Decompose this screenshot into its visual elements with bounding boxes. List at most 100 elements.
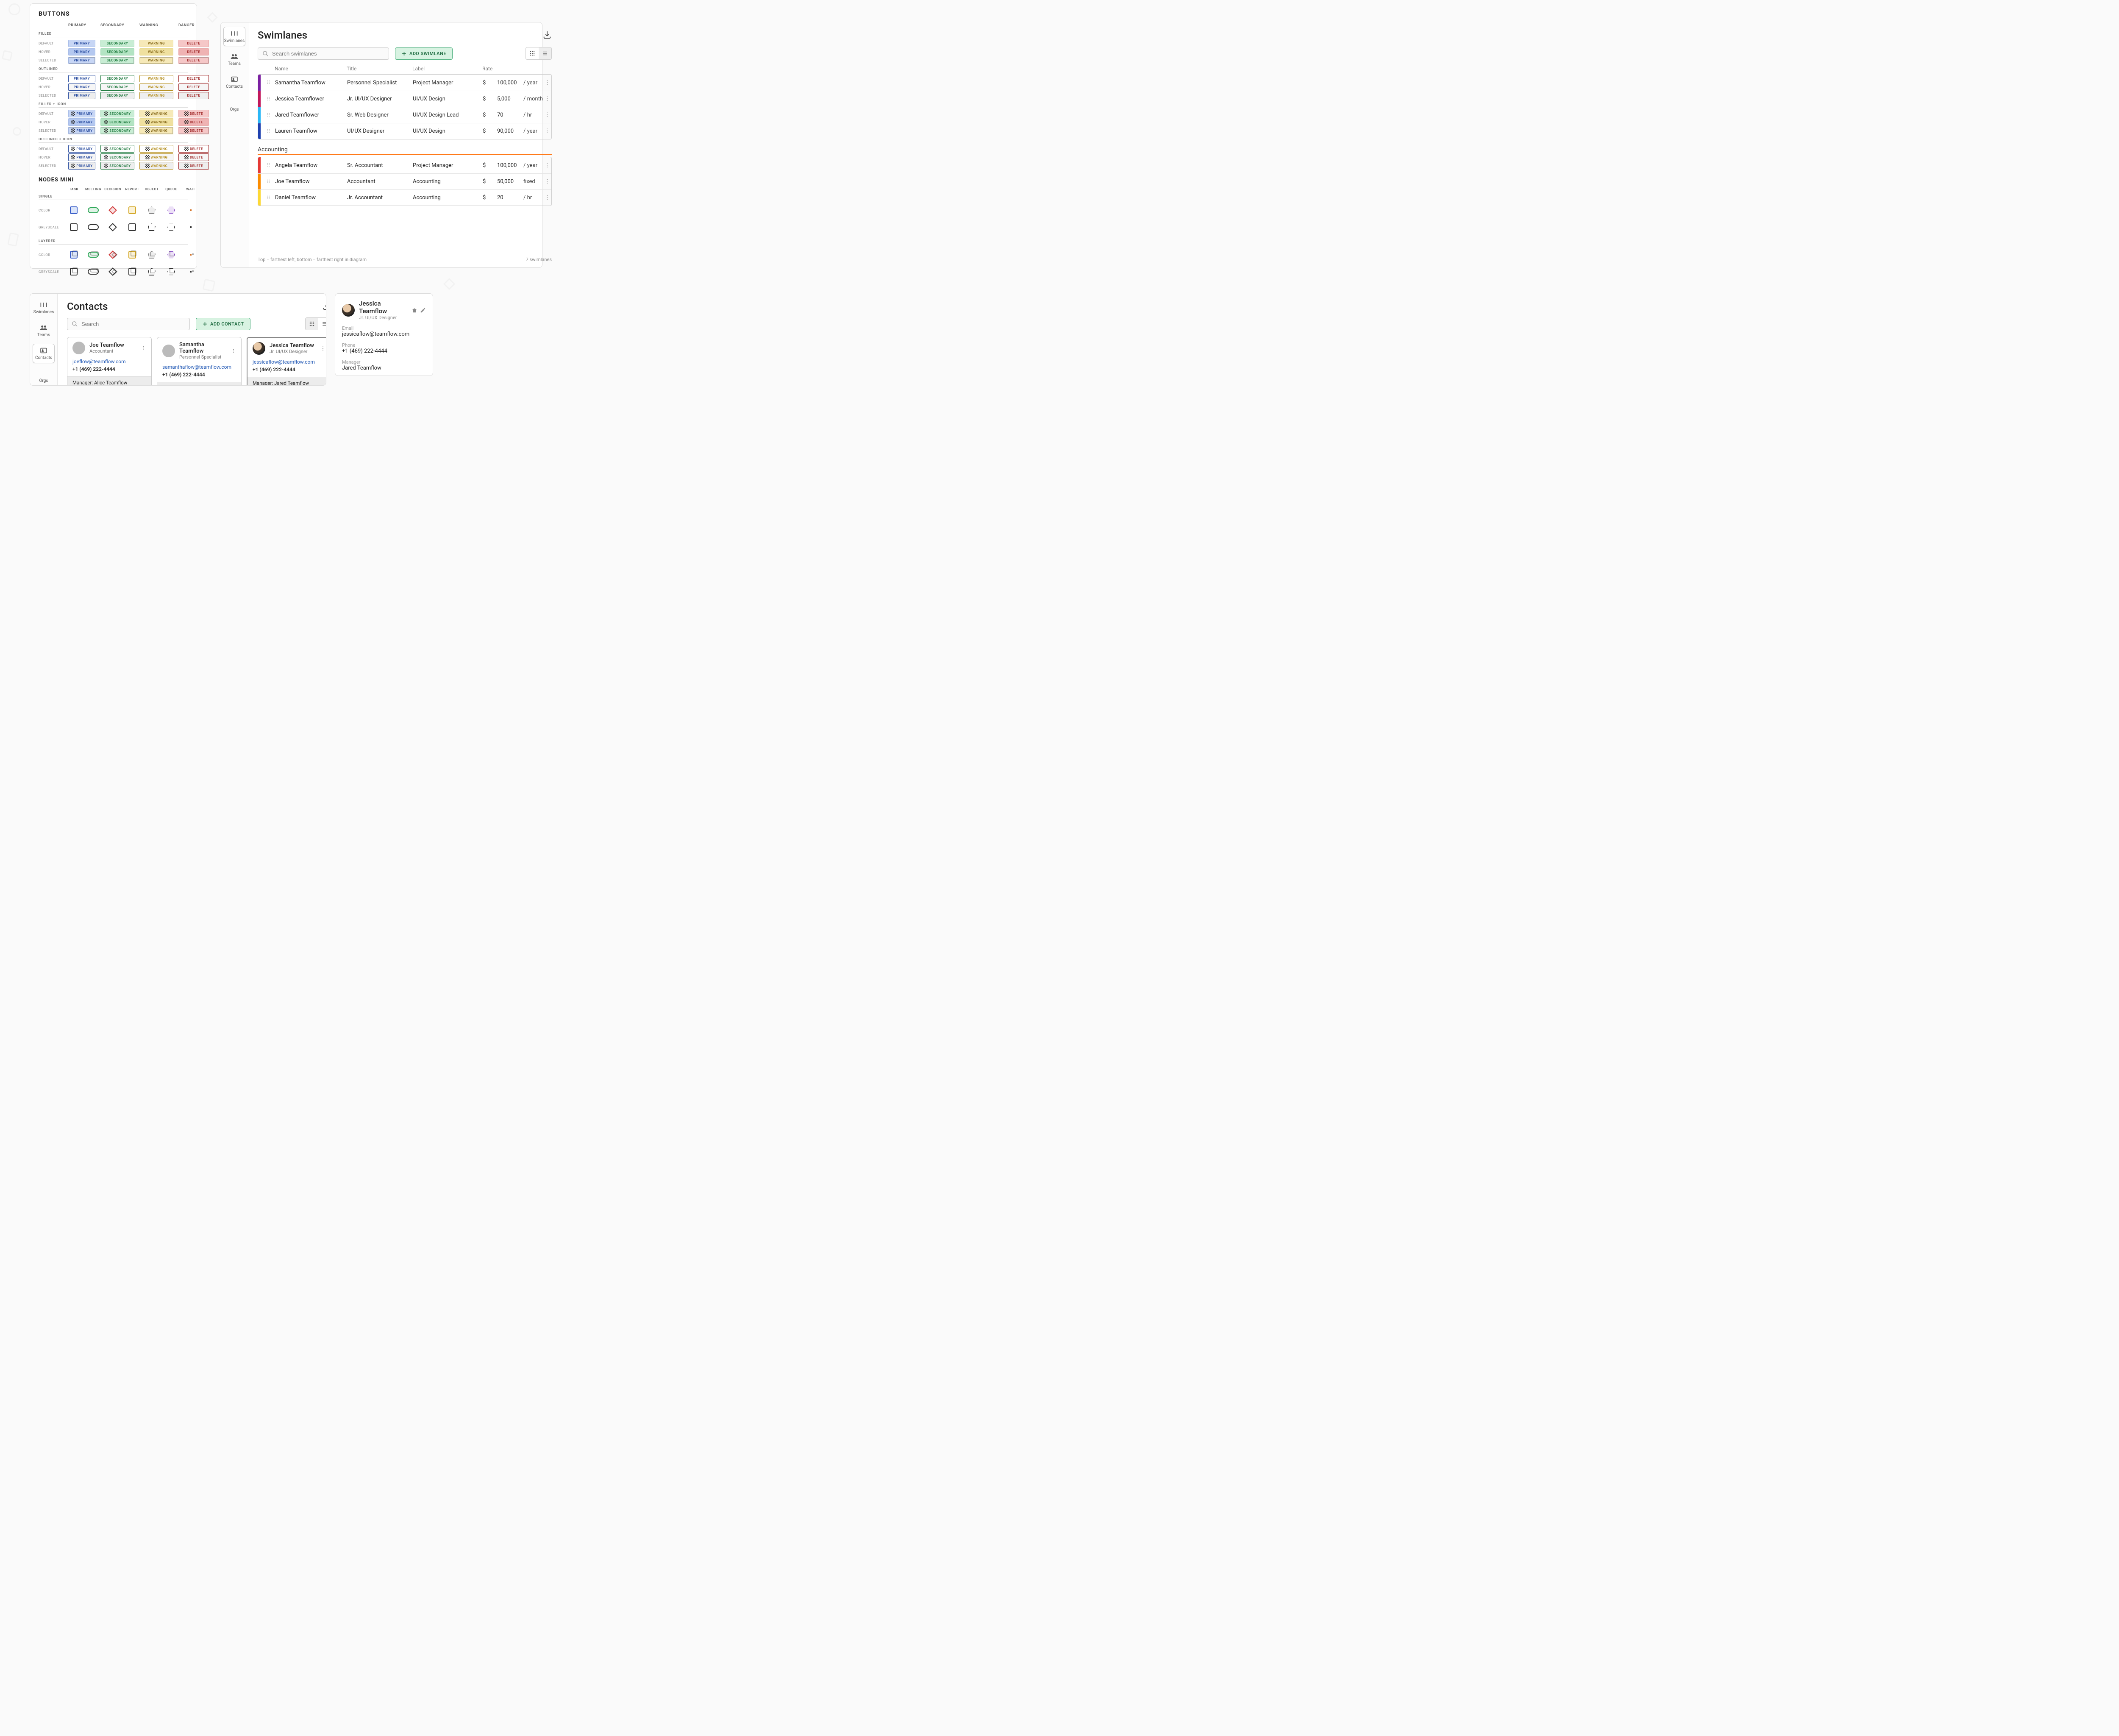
demo-button-primary[interactable]: PRIMARY [68,145,95,153]
demo-button-danger[interactable]: DELETE [178,83,209,91]
drag-handle[interactable]: ⠿ [258,112,275,118]
rail-item-orgs[interactable]: Orgs [33,367,55,386]
demo-button-primary[interactable]: PRIMARY [68,153,95,161]
demo-button-secondary[interactable]: SECONDARY [100,92,134,99]
demo-button-danger[interactable]: DELETE [178,57,209,64]
drag-handle[interactable]: ⠿ [258,96,275,102]
demo-button-warning[interactable]: WARNING [139,48,173,56]
contact-card[interactable]: Jessica TeamflowJr. UI/UX Designer⋮jessi… [247,337,326,386]
demo-button-warning[interactable]: WARNING [139,110,173,117]
demo-button-primary[interactable]: PRIMARY [68,40,95,47]
add-swimlane-button[interactable]: ADD SWIMLANE [395,47,453,60]
card-menu-icon[interactable]: ⋮ [320,345,325,351]
list-view-button[interactable] [539,47,551,59]
demo-button-warning[interactable]: WARNING [139,127,173,134]
grid-view-button[interactable] [526,47,539,59]
demo-button-warning[interactable]: WARNING [139,40,173,47]
demo-button-primary[interactable]: PRIMARY [68,48,95,56]
demo-button-warning[interactable]: WARNING [139,57,173,64]
search-contacts[interactable] [67,318,190,330]
row-menu-icon[interactable]: ⋮ [543,96,551,102]
search-input[interactable] [81,321,185,327]
demo-button-secondary[interactable]: SECONDARY [100,40,134,47]
drag-handle[interactable]: ⠿ [258,162,275,168]
contact-email[interactable]: samanthaflow@teamflow.com [162,364,236,370]
edit-icon[interactable] [420,307,426,313]
demo-button-primary[interactable]: PRIMARY [68,57,95,64]
demo-button-primary[interactable]: PRIMARY [68,162,95,170]
row-menu-icon[interactable]: ⋮ [543,112,551,118]
demo-button-secondary[interactable]: SECONDARY [100,57,134,64]
demo-button-danger[interactable]: DELETE [178,75,209,82]
contact-card[interactable]: Samantha TeamflowPersonnel Specialist⋮sa… [157,337,242,386]
rail-item-orgs[interactable]: Orgs [223,95,245,115]
swimlane-row[interactable]: ⠿Jessica TeamflowerJr. UI/UX DesignerUI/… [258,91,551,107]
demo-button-primary[interactable]: PRIMARY [68,118,95,126]
search-input[interactable] [272,50,384,57]
demo-button-warning[interactable]: WARNING [139,153,173,161]
drag-handle[interactable]: ⠿ [258,179,275,185]
demo-button-primary[interactable]: PRIMARY [68,127,95,134]
contact-email[interactable]: jessicaflow@teamflow.com [253,359,325,365]
demo-button-secondary[interactable]: SECONDARY [100,153,134,161]
card-menu-icon[interactable]: ⋮ [231,348,236,354]
demo-button-secondary[interactable]: SECONDARY [100,162,134,170]
demo-button-secondary[interactable]: SECONDARY [100,110,134,117]
rail-item-contacts[interactable]: Contacts [33,344,55,363]
drag-handle[interactable]: ⠿ [258,195,275,201]
row-menu-icon[interactable]: ⋮ [543,162,551,169]
demo-button-primary[interactable]: PRIMARY [68,92,95,99]
drag-handle[interactable]: ⠿ [258,128,275,134]
demo-button-warning[interactable]: WARNING [139,75,173,82]
demo-button-secondary[interactable]: SECONDARY [100,127,134,134]
demo-button-warning[interactable]: WARNING [139,83,173,91]
rail-item-contacts[interactable]: Contacts [223,72,245,92]
demo-button-danger[interactable]: DELETE [178,110,209,117]
add-contact-button[interactable]: ADD CONTACT [196,318,250,330]
contact-card[interactable]: Joe TeamflowAccountant⋮joeflow@teamflow.… [67,337,152,386]
rail-item-swimlanes[interactable]: Swimlanes [33,298,55,317]
demo-button-secondary[interactable]: SECONDARY [100,145,134,153]
demo-button-primary[interactable]: PRIMARY [68,75,95,82]
demo-button-danger[interactable]: DELETE [178,127,209,134]
drag-handle[interactable]: ⠿ [258,80,275,86]
download-icon[interactable] [542,30,552,39]
card-menu-icon[interactable]: ⋮ [141,345,146,351]
rail-item-teams[interactable]: Teams [33,321,55,340]
swimlane-row[interactable]: ⠿Lauren TeamflowUI/UX DesignerUI/UX Desi… [258,123,551,139]
row-menu-icon[interactable]: ⋮ [543,178,551,185]
swimlane-row[interactable]: ⠿Daniel TeamflowJr. AccountantAccounting… [258,189,551,206]
demo-button-secondary[interactable]: SECONDARY [100,118,134,126]
demo-button-secondary[interactable]: SECONDARY [100,83,134,91]
list-view-button[interactable] [318,318,326,330]
demo-button-primary[interactable]: PRIMARY [68,83,95,91]
row-menu-icon[interactable]: ⋮ [543,80,551,86]
row-menu-icon[interactable]: ⋮ [543,128,551,134]
rail-item-swimlanes[interactable]: Swimlanes [223,27,245,46]
search-swimlanes[interactable] [258,47,389,60]
contact-email[interactable]: joeflow@teamflow.com [72,359,146,364]
rail-item-teams[interactable]: Teams [223,50,245,69]
demo-button-danger[interactable]: DELETE [178,118,209,126]
demo-button-danger[interactable]: DELETE [178,40,209,47]
demo-button-warning[interactable]: WARNING [139,145,173,153]
grid-view-button[interactable] [306,318,318,330]
demo-button-danger[interactable]: DELETE [178,145,209,153]
delete-icon[interactable] [412,307,417,313]
demo-button-secondary[interactable]: SECONDARY [100,48,134,56]
demo-button-warning[interactable]: WARNING [139,162,173,170]
demo-button-primary[interactable]: PRIMARY [68,110,95,117]
swimlane-row[interactable]: ⠿Samantha TeamflowPersonnel SpecialistPr… [258,75,551,91]
demo-button-warning[interactable]: WARNING [139,118,173,126]
swimlane-row[interactable]: ⠿Joe TeamflowAccountantAccounting$50,000… [258,173,551,189]
row-menu-icon[interactable]: ⋮ [543,195,551,201]
demo-button-danger[interactable]: DELETE [178,153,209,161]
demo-button-danger[interactable]: DELETE [178,92,209,99]
demo-button-danger[interactable]: DELETE [178,48,209,56]
download-icon[interactable] [322,301,326,311]
swimlane-row[interactable]: ⠿Angela TeamflowSr. AccountantProject Ma… [258,157,551,173]
demo-button-secondary[interactable]: SECONDARY [100,75,134,82]
swimlane-row[interactable]: ⠿Jared TeamflowerSr. Web DesignerUI/UX D… [258,107,551,123]
demo-button-warning[interactable]: WARNING [139,92,173,99]
demo-button-danger[interactable]: DELETE [178,162,209,170]
